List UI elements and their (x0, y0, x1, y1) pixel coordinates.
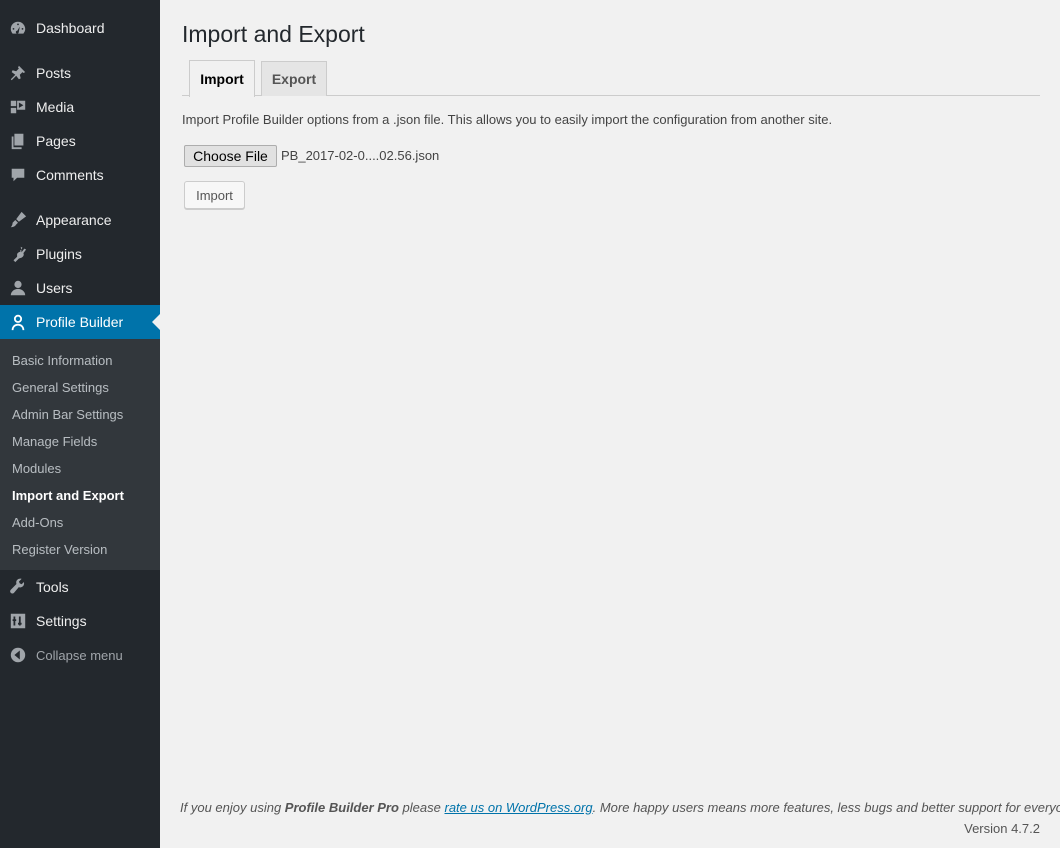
submenu-item-import-and-export[interactable]: Import and Export (12, 488, 124, 503)
paintbrush-icon (9, 211, 27, 229)
user-icon (9, 279, 27, 297)
rate-us-link[interactable]: rate us on WordPress.org (444, 800, 592, 815)
menu-item-plugins[interactable]: Plugins (0, 237, 160, 271)
selected-file-name: PB_2017-02-0....02.56.json (281, 148, 440, 163)
menu-label: Tools (36, 579, 69, 595)
menu-item-comments[interactable]: Comments (0, 158, 160, 192)
menu-label: Comments (36, 167, 104, 183)
sliders-icon (9, 612, 27, 630)
footer-text-mid: please (398, 800, 445, 815)
import-description: Import Profile Builder options from a .j… (182, 112, 833, 127)
admin-sidebar: Dashboard Posts Media Pages Comments App… (0, 0, 160, 848)
main-content: Import and Export Import Export Import P… (160, 0, 1060, 848)
menu-item-dashboard[interactable]: Dashboard (0, 11, 160, 45)
version-text: Version 4.7.2 (964, 821, 1040, 836)
menu-item-profile-builder[interactable]: Profile Builder (0, 305, 160, 339)
collapse-arrow-icon (9, 646, 27, 664)
import-button[interactable]: Import (184, 181, 245, 209)
tab-export[interactable]: Export (261, 61, 327, 96)
pages-icon (9, 132, 27, 150)
menu-item-tools[interactable]: Tools (0, 570, 160, 604)
profile-icon (9, 313, 27, 331)
menu-label: Collapse menu (36, 647, 123, 663)
menu-item-users[interactable]: Users (0, 271, 160, 305)
footer-product-name: Profile Builder Pro (284, 800, 399, 815)
footer-rating-text: If you enjoy using Profile Builder Pro p… (180, 800, 1060, 815)
collapse-menu-button[interactable]: Collapse menu (0, 638, 160, 672)
dashboard-icon (9, 19, 27, 37)
wrench-icon (9, 578, 27, 596)
menu-label: Dashboard (36, 20, 105, 36)
page-title: Import and Export (182, 21, 365, 47)
menu-item-media[interactable]: Media (0, 90, 160, 124)
choose-file-button[interactable]: Choose File (184, 145, 277, 167)
menu-label: Users (36, 280, 73, 296)
plug-icon (9, 245, 27, 263)
submenu-item-register-version[interactable]: Register Version (12, 542, 107, 557)
comment-icon (9, 166, 27, 184)
footer-text-before: If you enjoy using (180, 800, 285, 815)
media-icon (9, 98, 27, 116)
submenu-item-general-settings[interactable]: General Settings (12, 380, 109, 395)
submenu-item-basic-information[interactable]: Basic Information (12, 353, 112, 368)
menu-item-settings[interactable]: Settings (0, 604, 160, 638)
menu-label: Pages (36, 133, 76, 149)
footer-text-after: . More happy users means more features, … (592, 800, 1060, 815)
menu-item-posts[interactable]: Posts (0, 56, 160, 90)
menu-label: Media (36, 99, 75, 115)
submenu-item-manage-fields[interactable]: Manage Fields (12, 434, 97, 449)
menu-item-pages[interactable]: Pages (0, 124, 160, 158)
menu-label: Profile Builder (36, 314, 124, 330)
submenu-item-add-ons[interactable]: Add-Ons (12, 515, 63, 530)
submenu-item-modules[interactable]: Modules (12, 461, 61, 476)
menu-item-appearance[interactable]: Appearance (0, 203, 160, 237)
submenu-item-admin-bar-settings[interactable]: Admin Bar Settings (12, 407, 123, 422)
profile-builder-submenu: Basic Information General Settings Admin… (0, 339, 160, 570)
menu-label: Posts (36, 65, 72, 81)
pushpin-icon (9, 64, 27, 82)
menu-label: Settings (36, 613, 87, 629)
menu-label: Appearance (36, 212, 112, 228)
tab-import[interactable]: Import (189, 60, 255, 97)
menu-label: Plugins (36, 246, 82, 262)
